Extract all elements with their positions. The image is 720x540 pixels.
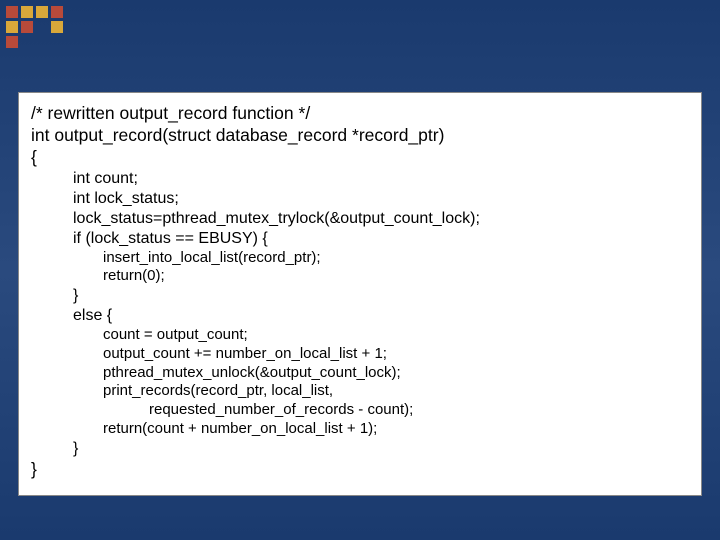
code-line: else { [31, 306, 689, 326]
code-line: } [31, 439, 689, 459]
code-line: output_count += number_on_local_list + 1… [31, 345, 689, 364]
code-line: } [31, 459, 689, 481]
code-panel: /* rewritten output_record function */ i… [18, 92, 702, 496]
code-line: /* rewritten output_record function */ [31, 103, 689, 125]
code-line: lock_status=pthread_mutex_trylock(&outpu… [31, 209, 689, 229]
code-line: { [31, 147, 689, 169]
code-line: if (lock_status == EBUSY) { [31, 229, 689, 249]
code-line: count = output_count; [31, 326, 689, 345]
decorative-squares [6, 6, 63, 51]
code-line: return(count + number_on_local_list + 1)… [31, 420, 689, 439]
code-line: print_records(record_ptr, local_list, [31, 382, 689, 401]
code-line: requested_number_of_records - count); [31, 401, 689, 420]
code-line: insert_into_local_list(record_ptr); [31, 249, 689, 268]
code-line: } [31, 286, 689, 306]
code-line: int lock_status; [31, 189, 689, 209]
code-line: int output_record(struct database_record… [31, 125, 689, 147]
code-line: return(0); [31, 267, 689, 286]
code-line: int count; [31, 169, 689, 189]
code-line: pthread_mutex_unlock(&output_count_lock)… [31, 364, 689, 383]
